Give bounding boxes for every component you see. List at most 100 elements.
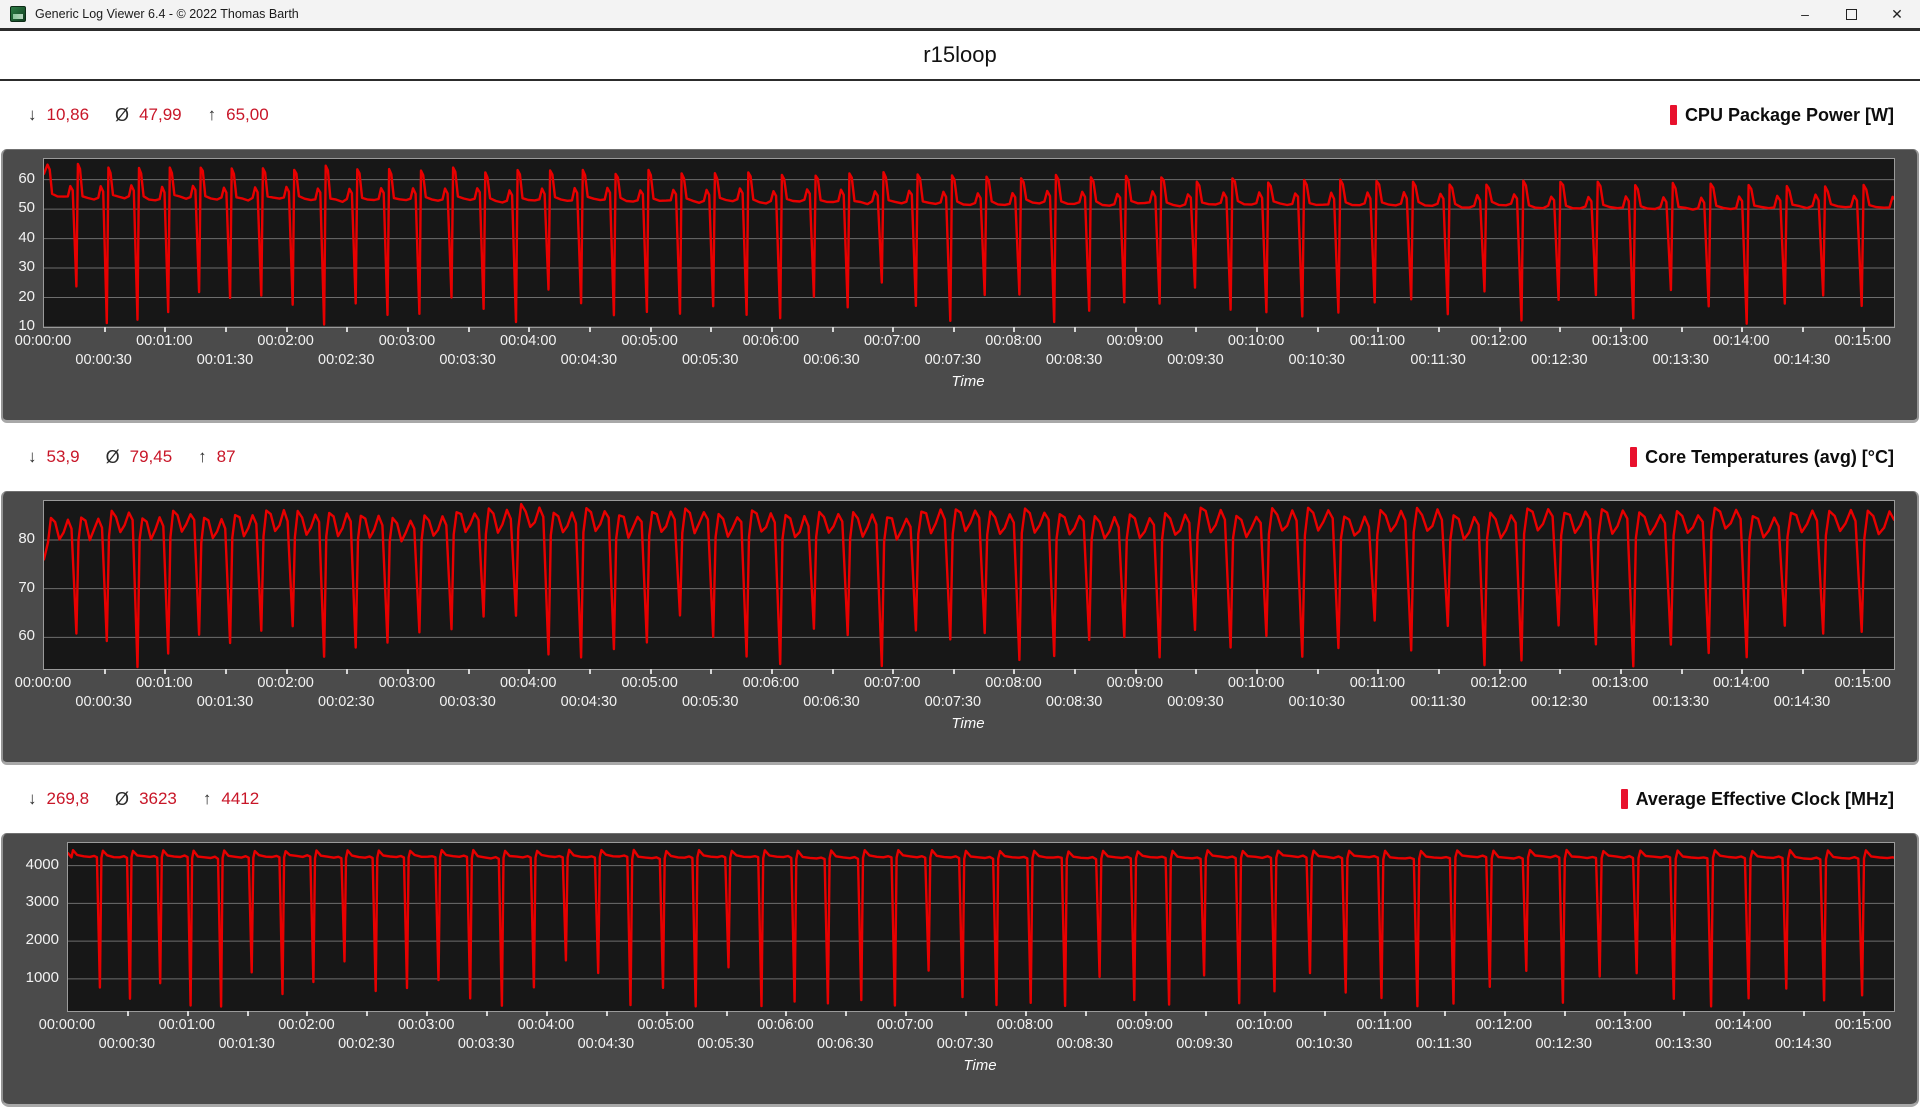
x-axis-label: 00:07:30: [925, 352, 981, 368]
time-axis-label: Time: [951, 715, 984, 732]
stats-row: ↓ 53,9 Ø 79,45 ↑ 87 Core Temperatures (a…: [0, 423, 1920, 491]
y-axis-label: 60: [3, 169, 35, 189]
max-value: 87: [217, 447, 236, 467]
x-axis-label: 00:05:30: [682, 352, 738, 368]
x-axis-label: 00:03:30: [439, 694, 495, 710]
x-axis-label: 00:09:30: [1167, 694, 1223, 710]
x-tick: [845, 1011, 847, 1016]
x-tick: [1256, 327, 1258, 332]
x-axis-label: 00:14:30: [1774, 352, 1830, 368]
minimize-button[interactable]: –: [1782, 0, 1828, 28]
x-axis-label: 00:05:00: [621, 333, 677, 349]
x-tick: [1013, 327, 1015, 332]
x-axis-label: 00:13:30: [1655, 1036, 1711, 1052]
x-tick: [589, 327, 591, 332]
window-controls: – ✕: [1782, 0, 1920, 28]
x-axis-label: 00:14:00: [1713, 333, 1769, 349]
x-tick: [187, 1011, 189, 1016]
x-axis-label: 00:01:00: [159, 1017, 215, 1033]
x-tick: [650, 669, 652, 674]
maximize-button[interactable]: [1828, 0, 1874, 28]
x-axis-label: 00:15:00: [1834, 675, 1890, 691]
maximize-icon: [1846, 9, 1857, 20]
x-tick: [953, 669, 955, 674]
x-tick: [468, 327, 470, 332]
x-axis-label: 00:11:00: [1350, 333, 1405, 349]
x-tick: [1559, 327, 1561, 332]
x-tick: [1499, 669, 1501, 674]
x-tick: [528, 669, 530, 674]
chart-panel-core-temps: 60708000:00:0000:01:0000:02:0000:03:0000…: [1, 491, 1919, 765]
close-icon: ✕: [1891, 7, 1903, 21]
x-axis-label: 00:10:00: [1228, 333, 1284, 349]
x-tick: [1195, 327, 1197, 332]
x-tick: [1205, 1011, 1207, 1016]
x-tick: [1559, 669, 1561, 674]
min-value: 53,9: [47, 447, 80, 467]
x-tick: [1681, 669, 1683, 674]
x-tick: [1620, 327, 1622, 332]
x-tick: [346, 669, 348, 674]
plot-canvas-effective-clock[interactable]: [67, 842, 1895, 1012]
x-axis-label: 00:11:30: [1410, 694, 1465, 710]
x-axis-label: 00:07:00: [877, 1017, 933, 1033]
x-axis-label: 00:00:00: [15, 675, 71, 691]
x-tick: [1256, 669, 1258, 674]
x-tick: [1135, 327, 1137, 332]
x-axis-label: 00:06:30: [817, 1036, 873, 1052]
x-axis-label: 00:06:30: [803, 352, 859, 368]
x-axis-label: 00:00:30: [75, 694, 131, 710]
y-axis-label: 40: [3, 228, 35, 248]
x-tick: [1741, 669, 1743, 674]
stats-row: ↓ 10,86 Ø 47,99 ↑ 65,00 CPU Package Powe…: [0, 81, 1920, 149]
x-tick: [1863, 327, 1865, 332]
x-axis-label: 00:12:00: [1471, 333, 1527, 349]
legend-effective-clock: Average Effective Clock [MHz]: [1621, 789, 1894, 810]
x-axis-label: 00:01:00: [136, 333, 192, 349]
close-button[interactable]: ✕: [1874, 0, 1920, 28]
max-arrow-icon: ↑: [203, 789, 212, 809]
x-tick: [726, 1011, 728, 1016]
chart-svg: [44, 501, 1894, 669]
x-tick: [1620, 669, 1622, 674]
y-axis-label: 30: [3, 257, 35, 277]
x-axis-label: 00:09:00: [1107, 675, 1163, 691]
y-axis-label: 20: [3, 287, 35, 307]
x-axis-label: 00:07:30: [925, 694, 981, 710]
x-axis-label: 00:05:00: [621, 675, 677, 691]
x-tick: [1564, 1011, 1566, 1016]
x-tick: [1802, 327, 1804, 332]
plot-canvas-cpu-power[interactable]: [43, 158, 1895, 328]
x-tick: [1499, 327, 1501, 332]
chart-panel-effective-clock: 100020003000400000:00:0000:01:0000:02:00…: [1, 833, 1919, 1107]
x-tick: [965, 1011, 967, 1016]
x-tick: [606, 1011, 608, 1016]
titlebar: Generic Log Viewer 6.4 - © 2022 Thomas B…: [0, 0, 1920, 28]
stats-group: ↓ 269,8 Ø 3623 ↑ 4412: [28, 789, 275, 810]
legend-color-bar: [1670, 105, 1677, 125]
x-axis-label: 00:04:30: [578, 1036, 634, 1052]
x-axis-label: 00:03:30: [458, 1036, 514, 1052]
x-tick: [1444, 1011, 1446, 1016]
x-tick: [1743, 1011, 1745, 1016]
series-line: [44, 504, 1894, 667]
x-axis-label: 00:01:00: [136, 675, 192, 691]
x-tick: [104, 669, 106, 674]
x-axis-label: 00:03:30: [439, 352, 495, 368]
x-axis-label: 00:02:00: [257, 675, 313, 691]
x-axis-label: 00:05:30: [697, 1036, 753, 1052]
min-arrow-icon: ↓: [28, 447, 37, 467]
x-tick: [286, 327, 288, 332]
x-tick: [710, 669, 712, 674]
x-axis-label: 00:06:00: [743, 333, 799, 349]
series-line: [44, 164, 1894, 325]
y-axis-label: 3000: [3, 892, 59, 912]
y-axis-label: 1000: [3, 968, 59, 988]
x-axis-label: 00:09:00: [1107, 333, 1163, 349]
x-axis-label: 00:00:00: [15, 333, 71, 349]
x-tick: [225, 669, 227, 674]
chart-section-core-temps: ↓ 53,9 Ø 79,45 ↑ 87 Core Temperatures (a…: [0, 423, 1920, 765]
x-tick: [953, 327, 955, 332]
plot-canvas-core-temps[interactable]: [43, 500, 1895, 670]
y-axis-label: 4000: [3, 855, 59, 875]
